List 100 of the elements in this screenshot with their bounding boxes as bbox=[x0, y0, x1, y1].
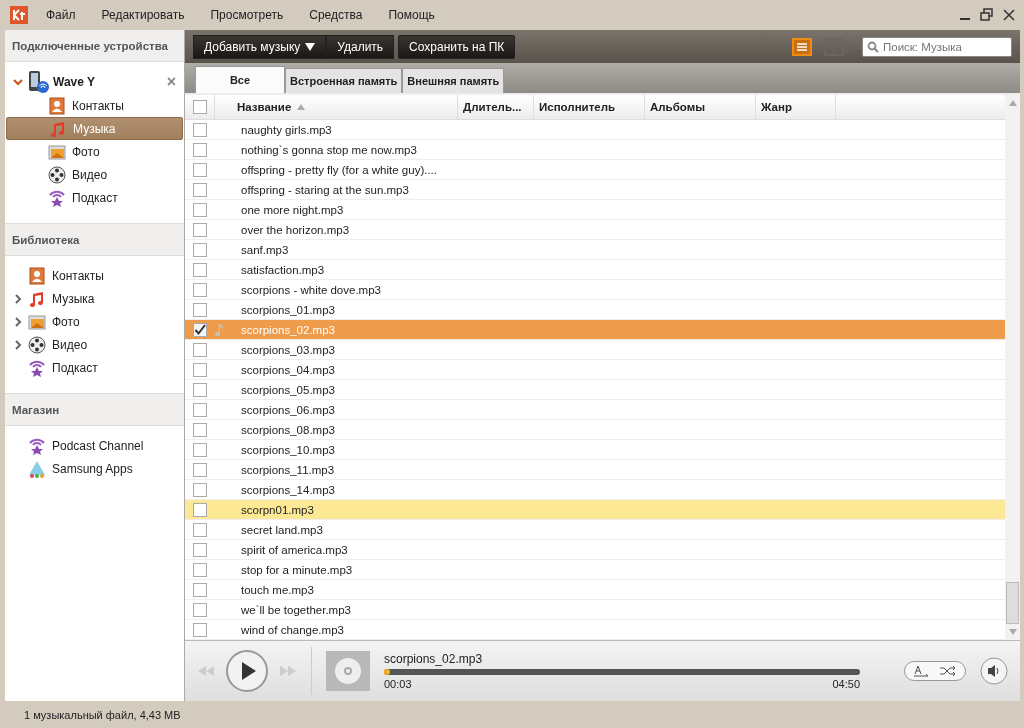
table-row[interactable]: scorpions_04.mp3 bbox=[185, 360, 1005, 380]
checkbox[interactable] bbox=[193, 602, 207, 617]
search-field[interactable]: Поиск: Музыка bbox=[862, 36, 1012, 57]
checkbox[interactable] bbox=[193, 482, 207, 497]
shuffle-icon[interactable] bbox=[939, 665, 957, 677]
checkbox[interactable] bbox=[193, 342, 207, 357]
sidebar-item[interactable]: Подкаст bbox=[6, 356, 183, 379]
rewind-icon[interactable] bbox=[197, 665, 215, 677]
checkbox[interactable] bbox=[193, 142, 207, 157]
checkbox[interactable] bbox=[193, 582, 207, 597]
checkbox[interactable] bbox=[193, 182, 207, 197]
checkbox[interactable] bbox=[193, 422, 207, 437]
device-name[interactable]: Wave Y bbox=[53, 75, 96, 89]
table-row[interactable]: scorpions_10.mp3 bbox=[185, 440, 1005, 460]
sidebar-item[interactable]: Видео bbox=[6, 333, 183, 356]
list-view-icon[interactable] bbox=[792, 37, 812, 56]
sidebar-item[interactable]: Видео bbox=[6, 163, 183, 186]
table-row[interactable]: spirit of america.mp3 bbox=[185, 540, 1005, 560]
table-row[interactable]: scorpions_08.mp3 bbox=[185, 420, 1005, 440]
table-row[interactable]: scorpions_11.mp3 bbox=[185, 460, 1005, 480]
sidebar-item[interactable]: Подкаст bbox=[6, 186, 183, 209]
table-row[interactable]: satisfaction.mp3 bbox=[185, 260, 1005, 280]
tab[interactable]: Внешняя память bbox=[402, 68, 505, 93]
menu-item[interactable]: Средства bbox=[309, 8, 363, 22]
volume-icon[interactable] bbox=[980, 657, 1008, 685]
checkbox[interactable] bbox=[193, 562, 207, 577]
checkbox[interactable] bbox=[193, 402, 207, 417]
scroll-up-icon[interactable] bbox=[1007, 99, 1018, 107]
close-icon[interactable] bbox=[1002, 8, 1016, 22]
dropdown-button[interactable]: Добавить музыку bbox=[193, 34, 327, 59]
table-row[interactable]: scorpions - white dove.mp3 bbox=[185, 280, 1005, 300]
tab[interactable]: Все bbox=[195, 66, 285, 93]
table-row[interactable]: secret land.mp3 bbox=[185, 520, 1005, 540]
expand-chevron-icon[interactable] bbox=[14, 339, 22, 350]
table-cell-text: scorpions - white dove.mp3 bbox=[240, 282, 381, 298]
column-header[interactable]: Жанр bbox=[756, 95, 836, 119]
sidebar-item[interactable]: Podcast Channel bbox=[6, 434, 183, 457]
column-header[interactable]: Исполнитель bbox=[534, 95, 645, 119]
sidebar-item[interactable]: Samsung Apps bbox=[6, 457, 183, 480]
checkbox[interactable] bbox=[193, 122, 207, 137]
table-row[interactable]: offspring - staring at the sun.mp3 bbox=[185, 180, 1005, 200]
checkbox[interactable] bbox=[193, 542, 207, 557]
table-row[interactable]: over the horizon.mp3 bbox=[185, 220, 1005, 240]
table-row[interactable]: stop for a minute.mp3 bbox=[185, 560, 1005, 580]
mode-toggle[interactable] bbox=[904, 661, 966, 681]
close-device-button[interactable]: × bbox=[166, 73, 176, 91]
table-cell-text: scorpions_14.mp3 bbox=[240, 482, 335, 498]
repeat-mode-icon[interactable] bbox=[913, 665, 931, 677]
menu-item[interactable]: Помощь bbox=[388, 8, 435, 22]
expand-chevron-icon[interactable] bbox=[14, 316, 22, 327]
sidebar-item[interactable]: Фото bbox=[6, 140, 183, 163]
sidebar-item[interactable]: Контакты bbox=[6, 264, 183, 287]
scroll-thumb[interactable] bbox=[1006, 582, 1019, 624]
table-row[interactable]: we`ll be together.mp3 bbox=[185, 600, 1005, 620]
expand-chevron-icon[interactable] bbox=[13, 77, 23, 87]
checked-checkbox[interactable] bbox=[193, 322, 207, 337]
play-icon[interactable] bbox=[225, 649, 269, 693]
select-all-checkbox[interactable] bbox=[193, 100, 207, 114]
table-row[interactable]: scorpn01.mp3 bbox=[185, 500, 1005, 520]
checkbox[interactable] bbox=[193, 262, 207, 277]
table-row[interactable]: scorpions_03.mp3 bbox=[185, 340, 1005, 360]
menu-item[interactable]: Редактировать bbox=[101, 8, 185, 22]
checkbox[interactable] bbox=[193, 202, 207, 217]
progress-track[interactable] bbox=[384, 669, 860, 675]
table-row[interactable]: scorpions_05.mp3 bbox=[185, 380, 1005, 400]
menu-item[interactable]: Просмотреть bbox=[210, 8, 284, 22]
checkbox[interactable] bbox=[193, 382, 207, 397]
scrollbar[interactable] bbox=[1005, 95, 1020, 640]
checkbox[interactable] bbox=[193, 522, 207, 537]
sidebar-item[interactable]: Музыка bbox=[6, 287, 183, 310]
table-row[interactable]: touch me.mp3 bbox=[185, 580, 1005, 600]
column-header[interactable]: Альбомы bbox=[645, 95, 756, 119]
column-header[interactable]: Длитель... bbox=[458, 95, 534, 119]
tab[interactable]: Встроенная память bbox=[285, 68, 403, 93]
table-row[interactable]: naughty girls.mp3 bbox=[185, 120, 1005, 140]
checkbox[interactable] bbox=[193, 222, 207, 237]
table-row[interactable]: sanf.mp3 bbox=[185, 240, 1005, 260]
table-row[interactable]: offspring - pretty fly (for a white guy).... bbox=[185, 160, 1005, 180]
checkbox[interactable] bbox=[193, 282, 207, 297]
menu-item[interactable]: Файл bbox=[46, 8, 76, 22]
checkbox[interactable] bbox=[193, 622, 207, 637]
toolbar-button[interactable]: Сохранить на ПК bbox=[398, 34, 516, 59]
sidebar-item[interactable]: Фото bbox=[6, 310, 183, 333]
scroll-down-icon[interactable] bbox=[1007, 628, 1018, 636]
table-row[interactable]: scorpions_06.mp3 bbox=[185, 400, 1005, 420]
checkbox[interactable] bbox=[193, 502, 207, 517]
checkbox[interactable] bbox=[193, 462, 207, 477]
checkbox[interactable] bbox=[193, 362, 207, 377]
toolbar-button[interactable]: Удалить bbox=[326, 34, 395, 59]
table-row[interactable]: nothing`s gonna stop me now.mp3 bbox=[185, 140, 1005, 160]
expand-chevron-icon[interactable] bbox=[14, 293, 22, 304]
sidebar-item[interactable]: Контакты bbox=[6, 94, 183, 117]
checkbox[interactable] bbox=[193, 442, 207, 457]
checkbox[interactable] bbox=[193, 242, 207, 257]
column-header[interactable]: Название bbox=[232, 95, 458, 119]
checkbox[interactable] bbox=[193, 302, 207, 317]
table-row[interactable]: one more night.mp3 bbox=[185, 200, 1005, 220]
restore-icon[interactable] bbox=[980, 8, 994, 22]
fast-forward-icon[interactable] bbox=[279, 665, 297, 677]
checkbox[interactable] bbox=[193, 162, 207, 177]
